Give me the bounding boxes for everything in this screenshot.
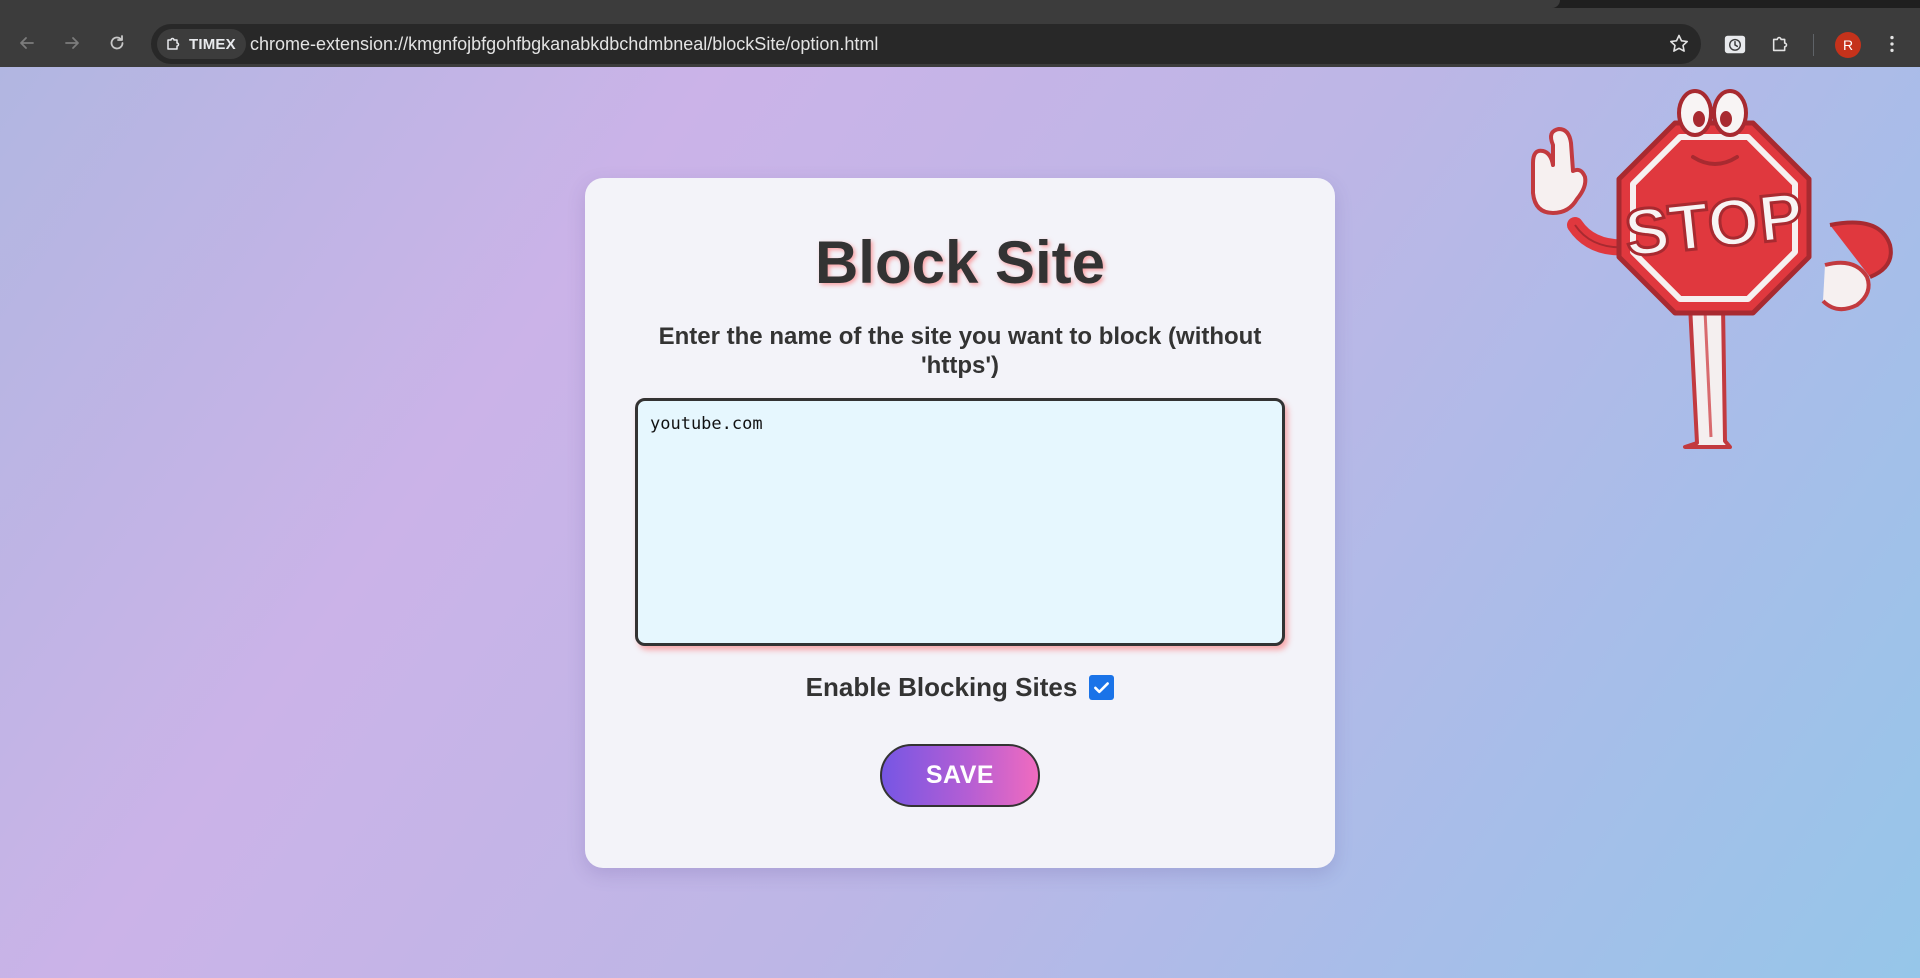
toolbar-divider	[1813, 34, 1814, 56]
timer-extension-icon[interactable]	[1721, 30, 1749, 58]
kebab-menu-icon[interactable]	[1878, 30, 1906, 58]
forward-arrow-icon	[65, 37, 79, 49]
forward-button[interactable]	[54, 25, 90, 61]
checkmark-icon	[1094, 682, 1110, 694]
page-title: Block Site	[814, 229, 1106, 296]
save-button[interactable]: SAVE	[880, 744, 1040, 807]
stop-sign-illustration: STOP	[1531, 89, 1893, 449]
site-chip-label: TIMEX	[189, 35, 236, 53]
bookmark-star-icon[interactable]	[1667, 32, 1691, 56]
reload-button[interactable]	[99, 25, 135, 61]
sites-textarea[interactable]: youtube.com	[635, 398, 1285, 646]
instructions-text: Enter the name of the site you want to b…	[658, 323, 1262, 379]
back-button[interactable]	[9, 25, 45, 61]
profile-avatar[interactable]: R	[1835, 32, 1861, 58]
extensions-icon[interactable]	[1767, 30, 1795, 58]
enable-blocking-label: Enable Blocking Sites	[805, 672, 1078, 702]
enable-blocking-row: Enable Blocking Sites	[585, 672, 1335, 703]
url-text[interactable]: chrome-extension://kmgnfojbfgohfbgkanabk…	[250, 34, 878, 55]
block-site-card: Block Site Enter the name of the site yo…	[585, 178, 1335, 868]
active-tab[interactable]	[0, 0, 1560, 8]
browser-toolbar: TIMEX chrome-extension://kmgnfojbfgohfbg…	[0, 8, 1920, 67]
site-info-chip[interactable]: TIMEX	[157, 29, 246, 59]
reload-icon	[110, 35, 124, 50]
enable-blocking-checkbox[interactable]	[1089, 675, 1115, 700]
extension-puzzle-icon	[167, 37, 180, 50]
extension-options-page: Block Site Enter the name of the site yo…	[0, 67, 1920, 978]
back-arrow-icon	[20, 37, 34, 49]
address-bar[interactable]: TIMEX chrome-extension://kmgnfojbfgohfbg…	[151, 24, 1701, 64]
